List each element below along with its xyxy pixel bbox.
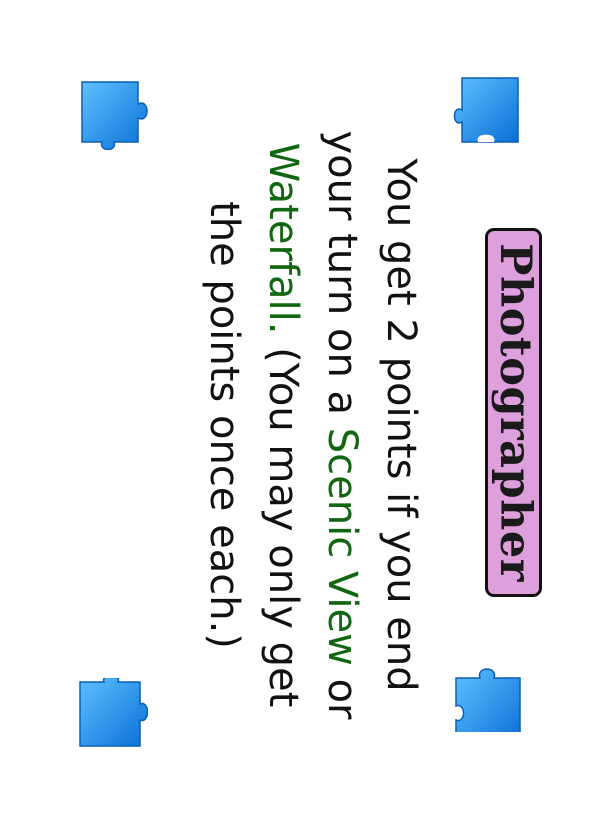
- card-text-mid: or: [319, 665, 365, 720]
- card-title-wrap: Photographer: [484, 0, 542, 825]
- card-title: Photographer: [484, 228, 542, 597]
- keyword-waterfall: Waterfall.: [260, 142, 306, 335]
- game-card: Photographer You get 2 points if you end…: [0, 0, 600, 825]
- card-description: You get 2 points if you end your turn on…: [194, 120, 430, 730]
- keyword-scenic-view: Scenic View: [319, 427, 365, 666]
